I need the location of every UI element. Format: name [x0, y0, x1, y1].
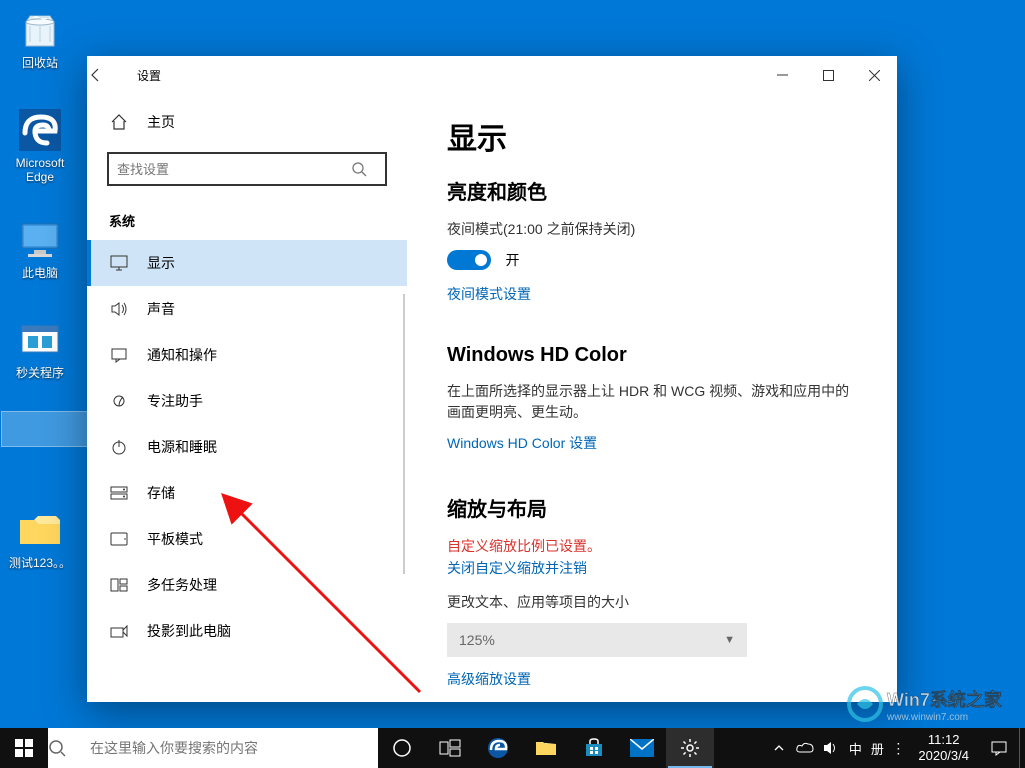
chevron-down-icon: ▼ — [724, 634, 735, 646]
tablet-icon — [109, 529, 129, 549]
desktop-icon-thispc[interactable]: 此电脑 — [2, 216, 78, 280]
scale-value: 125% — [459, 632, 495, 648]
tb-store[interactable] — [570, 728, 618, 768]
hdcolor-desc: 在上面所选择的显示器上让 HDR 和 WCG 视频、游戏和应用中的画面更明亮、更… — [447, 381, 857, 423]
nav-category: 系统 — [87, 200, 407, 240]
nav-tablet-label: 平板模式 — [147, 529, 203, 549]
scale-label: 更改文本、应用等项目的大小 — [447, 592, 857, 613]
sidebar: 主页 系统 显示 声音 通知和操作 专注助手 — [87, 94, 407, 702]
watermark: Win7系统之家 www.winwin7.com — [847, 684, 1017, 724]
titlebar: 设置 — [87, 56, 897, 94]
nav-project[interactable]: 投影到此电脑 — [87, 608, 407, 654]
taskbar-search[interactable] — [48, 728, 378, 768]
tray-onedrive-icon[interactable] — [792, 728, 818, 768]
desktop-icon-app1[interactable]: 秒关程序 — [2, 316, 78, 380]
sound-icon — [109, 299, 129, 319]
folder-label: 测试123。。 — [7, 556, 73, 570]
search-icon — [48, 739, 86, 757]
nav-home-label: 主页 — [147, 112, 175, 132]
tray-clock[interactable]: 11:12 2020/3/4 — [908, 728, 979, 768]
edge-label: Microsoft Edge — [14, 156, 67, 185]
nav-display[interactable]: 显示 — [87, 240, 407, 286]
search-box[interactable] — [107, 152, 387, 186]
settings-window: 设置 主页 系统 显示 声音 通知和 — [87, 56, 897, 702]
scale-signout-link[interactable]: 关闭自定义缩放并注销 — [447, 558, 857, 578]
nav-storage-label: 存储 — [147, 483, 175, 503]
tray-ime-sep[interactable]: ⋮ — [888, 728, 908, 768]
night-mode-toggle[interactable] — [447, 250, 491, 270]
nav-multitask[interactable]: 多任务处理 — [87, 562, 407, 608]
cortana-button[interactable] — [378, 728, 426, 768]
section-scale: 缩放与布局 — [447, 493, 857, 522]
tb-explorer[interactable] — [522, 728, 570, 768]
desktop-icon-folder[interactable]: 测试123。。 — [2, 506, 78, 570]
thispc-label: 此电脑 — [20, 266, 60, 280]
nav-notify-label: 通知和操作 — [147, 345, 217, 365]
section-hdcolor: Windows HD Color — [447, 344, 857, 367]
nav-notify[interactable]: 通知和操作 — [87, 332, 407, 378]
recycle-label: 回收站 — [20, 56, 60, 70]
window-title: 设置 — [133, 67, 759, 84]
taskbar-search-input[interactable] — [86, 740, 378, 756]
toggle-state: 开 — [505, 252, 519, 268]
night-mode-link[interactable]: 夜间模式设置 — [447, 284, 857, 304]
nav-display-label: 显示 — [147, 253, 175, 273]
project-icon — [109, 621, 129, 641]
svg-text:Win7系统之家: Win7系统之家 — [887, 689, 1003, 710]
content-area: 显示 亮度和颜色 夜间模式(21:00 之前保持关闭) 开 夜间模式设置 Win… — [407, 94, 897, 702]
minimize-button[interactable] — [759, 56, 805, 94]
desktop-icon-recycle[interactable]: 回收站 — [2, 6, 78, 70]
notify-icon — [109, 345, 129, 365]
nav-focus-label: 专注助手 — [147, 391, 203, 411]
scale-advanced-link[interactable]: 高级缩放设置 — [447, 669, 857, 689]
focus-icon — [109, 391, 129, 411]
nav-focus[interactable]: 专注助手 — [87, 378, 407, 424]
nav-project-label: 投影到此电脑 — [147, 621, 231, 641]
tray-ime2[interactable]: 册 — [866, 728, 888, 768]
scale-warning: 自定义缩放比例已设置。 — [447, 536, 857, 556]
home-icon — [109, 112, 129, 132]
nav-storage[interactable]: 存储 — [87, 470, 407, 516]
display-icon — [109, 253, 129, 273]
nav-home[interactable]: 主页 — [87, 100, 407, 144]
desktop-icon-edge[interactable]: Microsoft Edge — [2, 106, 78, 185]
night-mode-label: 夜间模式(21:00 之前保持关闭) — [447, 219, 857, 240]
tb-settings[interactable] — [666, 728, 714, 768]
nav-tablet[interactable]: 平板模式 — [87, 516, 407, 562]
tray-ime1[interactable]: 中 — [844, 728, 866, 768]
tb-mail[interactable] — [618, 728, 666, 768]
close-button[interactable] — [851, 56, 897, 94]
svg-text:www.winwin7.com: www.winwin7.com — [886, 712, 968, 723]
tray-chevron-icon[interactable] — [766, 728, 792, 768]
start-button[interactable] — [0, 728, 48, 768]
back-button[interactable] — [87, 66, 133, 84]
search-icon — [351, 161, 385, 177]
clock-time: 11:12 — [918, 732, 969, 748]
scale-dropdown[interactable]: 125% ▼ — [447, 623, 747, 657]
section-brightness: 亮度和颜色 — [447, 176, 857, 205]
app1-label: 秒关程序 — [14, 366, 66, 380]
nav-power-label: 电源和睡眠 — [147, 437, 217, 457]
clock-date: 2020/3/4 — [918, 748, 969, 764]
taskview-button[interactable] — [426, 728, 474, 768]
taskbar: 中 册 ⋮ 11:12 2020/3/4 — [0, 728, 1025, 768]
maximize-button[interactable] — [805, 56, 851, 94]
hdcolor-link[interactable]: Windows HD Color 设置 — [447, 433, 857, 453]
page-title: 显示 — [447, 114, 857, 158]
nav-sound[interactable]: 声音 — [87, 286, 407, 332]
nav-sound-label: 声音 — [147, 299, 175, 319]
tray-volume-icon[interactable] — [818, 728, 844, 768]
nav-power[interactable]: 电源和睡眠 — [87, 424, 407, 470]
search-input[interactable] — [109, 162, 351, 177]
storage-icon — [109, 483, 129, 503]
power-icon — [109, 437, 129, 457]
tray-notifications-icon[interactable] — [979, 728, 1019, 768]
nav-multitask-label: 多任务处理 — [147, 575, 217, 595]
multitask-icon — [109, 575, 129, 595]
tb-edge[interactable] — [474, 728, 522, 768]
show-desktop-button[interactable] — [1019, 728, 1025, 768]
